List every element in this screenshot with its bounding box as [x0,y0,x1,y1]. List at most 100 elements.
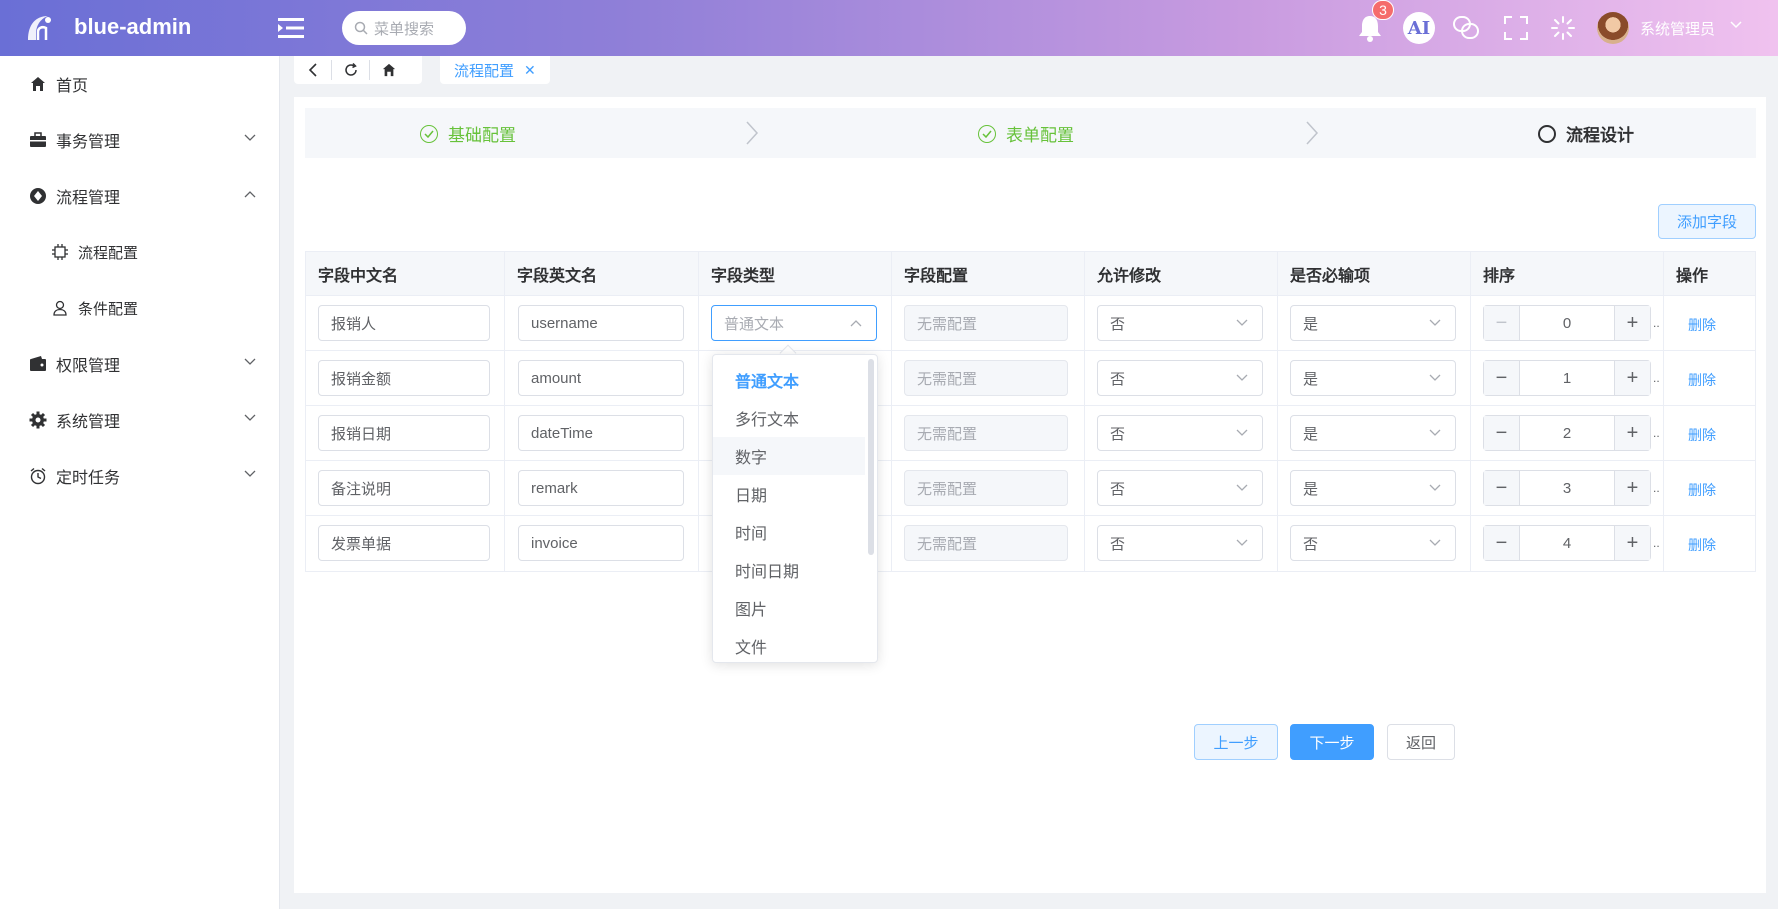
column-header: 字段中文名 [306,252,505,296]
decrement-button[interactable]: − [1484,361,1520,395]
dropdown-option[interactable]: 日期 [713,475,865,513]
home-icon[interactable] [370,60,408,80]
prev-step-button[interactable]: 上一步 [1194,724,1278,760]
delete-link[interactable]: 删除 [1688,535,1716,555]
sidebar-item-home[interactable]: 首页 [0,56,280,112]
required-select[interactable]: 是 [1290,360,1456,396]
overflow-ellipsis: .. [1653,316,1660,330]
order-stepper: −4 + [1483,525,1651,561]
dropdown-option[interactable]: 文件 [713,627,865,662]
field-config-input: 无需配置 [904,305,1068,341]
decrement-button[interactable]: − [1484,416,1520,450]
back-button[interactable]: 返回 [1387,724,1455,760]
chevron-down-icon [244,470,256,477]
username-label[interactable]: 系统管理员 [1640,18,1715,39]
sidebar-item-process[interactable]: 流程管理 [0,168,280,224]
sidebar-item-affairs[interactable]: 事务管理 [0,112,280,168]
field-type-select[interactable]: 普通文本 [711,305,877,341]
required-select[interactable]: 是 [1290,305,1456,341]
delete-link[interactable]: 删除 [1688,480,1716,500]
chevron-down-icon[interactable] [1730,21,1742,29]
order-value[interactable]: 3 [1520,471,1614,505]
field-en-input[interactable]: remark [518,470,684,506]
sidebar-item-scheduled-tasks[interactable]: 定时任务 [0,448,280,504]
field-cn-input[interactable]: 报销金额 [318,360,490,396]
sidebar-item-process-config[interactable]: 流程配置 [0,224,280,280]
steps-bar: 基础配置 表单配置 流程设计 [305,108,1756,158]
order-value[interactable]: 0 [1520,306,1614,340]
fullscreen-icon[interactable] [1500,12,1532,44]
top-header: blue-admin 菜单搜索 3 AI 系统管理员 [0,0,1778,56]
brand-title: blue-admin [74,14,192,39]
user-avatar[interactable] [1597,12,1629,44]
loading-spinner-icon[interactable] [1547,12,1579,44]
chevron-right-icon [746,121,759,145]
increment-button[interactable]: + [1614,471,1650,505]
select-value: 是 [1303,370,1319,388]
dropdown-option[interactable]: 图片 [713,589,865,627]
chevron-up-icon [244,191,256,198]
overflow-ellipsis: .. [1653,371,1660,385]
dropdown-option[interactable]: 时间日期 [713,551,865,589]
decrement-button[interactable]: − [1484,306,1520,340]
delete-link[interactable]: 删除 [1688,315,1716,335]
select-value: 是 [1303,480,1319,498]
chat-icon[interactable] [1450,12,1482,44]
order-value[interactable]: 1 [1520,361,1614,395]
select-value: 否 [1110,425,1126,443]
increment-button[interactable]: + [1614,361,1650,395]
tab-process-config[interactable]: 流程配置 ✕ [440,56,550,84]
dropdown-scrollbar[interactable] [868,359,874,555]
chevron-down-icon [1429,484,1441,491]
step-label: 基础配置 [448,126,516,145]
required-select[interactable]: 是 [1290,470,1456,506]
field-en-input[interactable]: username [518,305,684,341]
home-icon [28,74,48,94]
required-select[interactable]: 是 [1290,415,1456,451]
add-field-button[interactable]: 添加字段 [1658,204,1756,239]
sidebar-item-permissions[interactable]: 权限管理 [0,336,280,392]
delete-link[interactable]: 删除 [1688,370,1716,390]
notification-badge: 3 [1372,0,1394,20]
field-cn-input[interactable]: 发票单据 [318,525,490,561]
field-cn-input[interactable]: 报销日期 [318,415,490,451]
field-en-input[interactable]: invoice [518,525,684,561]
editable-select[interactable]: 否 [1097,360,1263,396]
delete-link[interactable]: 删除 [1688,425,1716,445]
briefcase-icon [28,130,48,150]
decrement-button[interactable]: − [1484,471,1520,505]
dropdown-option[interactable]: 时间 [713,513,865,551]
field-cn-input[interactable]: 备注说明 [318,470,490,506]
increment-button[interactable]: + [1614,416,1650,450]
increment-button[interactable]: + [1614,306,1650,340]
editable-select[interactable]: 否 [1097,415,1263,451]
sidebar-item-condition-config[interactable]: 条件配置 [0,280,280,336]
close-icon[interactable]: ✕ [524,62,536,79]
sidebar-item-label: 流程配置 [78,244,139,262]
order-value[interactable]: 4 [1520,526,1614,560]
menu-toggle-icon[interactable] [278,16,304,40]
ai-icon[interactable]: AI [1403,12,1435,44]
select-value: 否 [1110,480,1126,498]
required-select[interactable]: 否 [1290,525,1456,561]
field-cn-input[interactable]: 报销人 [318,305,490,341]
refresh-icon[interactable] [332,60,370,80]
wallet-icon [28,354,48,374]
sidebar-item-system[interactable]: 系统管理 [0,392,280,448]
increment-button[interactable]: + [1614,526,1650,560]
field-en-input[interactable]: dateTime [518,415,684,451]
back-arrow-icon[interactable] [294,60,332,80]
editable-select[interactable]: 否 [1097,470,1263,506]
alarm-icon [28,466,48,486]
next-step-button[interactable]: 下一步 [1290,724,1374,760]
decrement-button[interactable]: − [1484,526,1520,560]
dropdown-option[interactable]: 数字 [713,437,865,475]
dropdown-option[interactable]: 多行文本 [713,399,865,437]
field-en-input[interactable]: amount [518,360,684,396]
editable-select[interactable]: 否 [1097,305,1263,341]
dropdown-option[interactable]: 普通文本 [713,361,865,399]
menu-search-input[interactable]: 菜单搜索 [342,11,466,45]
search-icon [354,21,368,35]
order-value[interactable]: 2 [1520,416,1614,450]
editable-select[interactable]: 否 [1097,525,1263,561]
